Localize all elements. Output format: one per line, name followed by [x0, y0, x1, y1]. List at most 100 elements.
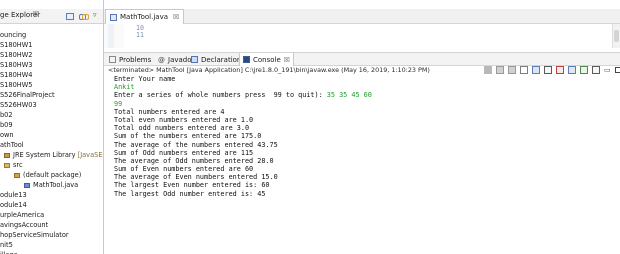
console-status: <terminated> MathTool [Java Application]… — [108, 66, 430, 74]
tree-item[interactable]: illage — [0, 250, 103, 254]
tree-item[interactable]: odule13 — [0, 190, 103, 200]
tab-label: Declaration — [201, 55, 242, 64]
tab-declaration[interactable]: Declaration — [191, 53, 241, 66]
link-with-editor-icon[interactable] — [79, 13, 89, 20]
line-number: 11 — [136, 31, 144, 39]
console-line: The average of Odd numbers entered 28.0 — [114, 156, 274, 165]
console-icon — [243, 56, 250, 63]
console-line: Total numbers entered are 4 — [114, 107, 225, 116]
console-line: Enter Your name — [114, 75, 176, 83]
package-explorer: ge Explorer ☒ ▿ ouncing S180HW1 S180HW2 … — [0, 0, 104, 254]
show-stderr-icon[interactable] — [556, 65, 564, 74]
terminate-icon[interactable] — [484, 65, 492, 74]
code-editor[interactable]: 10 11 — [104, 24, 620, 48]
console-output[interactable]: Enter Your name Ankit Enter a series of … — [104, 75, 620, 254]
console-line: Enter a series of whole numbers press 99… — [114, 91, 372, 99]
tree-item[interactable]: S180HW4 — [0, 70, 103, 80]
close-icon[interactable]: ☒ — [284, 56, 290, 64]
minimize-icon[interactable]: ▭ — [604, 66, 611, 74]
tree-item-label: S180HW1 — [0, 41, 33, 49]
tab-javadoc[interactable]: @ Javadoc — [158, 53, 195, 66]
tree-item-label: nit5 — [0, 241, 13, 249]
java-file-icon — [110, 13, 117, 21]
editor-scrollbar[interactable] — [612, 24, 620, 48]
tree-item[interactable]: S526HW03 — [0, 100, 103, 110]
console-line: The largest Even number entered is: 60 — [114, 181, 270, 190]
tree-item-label: MathTool.java — [33, 181, 79, 189]
problems-icon — [109, 56, 116, 63]
javadoc-icon: @ — [158, 55, 165, 64]
tree-item-package[interactable]: (default package) — [0, 170, 103, 180]
tree-item-label: S180HW5 — [0, 81, 33, 89]
remove-all-terminated-icon[interactable] — [508, 65, 516, 74]
tree-item-label: S180HW4 — [0, 71, 33, 79]
console-line: Sum of Even numbers entered are 60 — [114, 165, 254, 174]
tree-item[interactable]: urpleAmerica — [0, 210, 103, 220]
tree-item[interactable]: athTool — [0, 140, 103, 150]
pin-console-icon[interactable] — [568, 65, 576, 74]
tree-item[interactable]: S180HW5 — [0, 80, 103, 90]
tree-item[interactable]: ouncing — [0, 30, 103, 40]
tree-item-label: odule14 — [0, 201, 27, 209]
console-line: Total odd numbers entered are 3.0 — [114, 124, 250, 133]
declaration-icon — [191, 56, 198, 63]
tree-item-label: (default package) — [23, 171, 82, 179]
clear-console-icon[interactable] — [520, 65, 528, 74]
close-icon[interactable]: ☒ — [33, 10, 39, 18]
tree-item[interactable]: b09 — [0, 120, 103, 130]
tree-item-src[interactable]: src — [0, 160, 103, 170]
tree-item-label: avingsAccount — [0, 221, 49, 229]
close-icon[interactable]: ☒ — [173, 13, 179, 21]
scrollbar-thumb[interactable] — [614, 30, 619, 42]
display-selected-console-icon[interactable] — [580, 65, 588, 74]
ruler — [108, 24, 114, 48]
remove-launch-icon[interactable] — [496, 65, 504, 74]
tree-item[interactable]: odule14 — [0, 200, 103, 210]
view-menu-icon[interactable]: ▿ — [93, 11, 101, 19]
show-stdout-icon[interactable] — [544, 65, 552, 74]
tree-item-label: S180HW2 — [0, 51, 33, 59]
console-header: <terminated> MathTool [Java Application]… — [104, 64, 620, 75]
console-line: Sum of Odd numbers entered are 115 — [114, 148, 254, 157]
console-line: The average of Even numbers entered 15.0 — [114, 173, 278, 182]
tree-item-label: own — [0, 131, 14, 139]
tree-item-java-file[interactable]: MathTool.java — [0, 180, 103, 190]
tree-item[interactable]: nit5 — [0, 240, 103, 250]
tree-item[interactable]: own — [0, 130, 103, 140]
tree-item[interactable]: S180HW3 — [0, 60, 103, 70]
editor-tab-bar: MathTool.java ☒ — [104, 9, 620, 24]
tree-item-label: b02 — [0, 111, 13, 119]
console-toolbar: ▭ — [484, 64, 620, 75]
editor-tab-mathtool[interactable]: MathTool.java ☒ — [105, 9, 185, 24]
tree-item-label: b09 — [0, 121, 13, 129]
tab-label: Problems — [119, 55, 152, 64]
tab-problems[interactable]: Problems — [109, 53, 151, 66]
open-console-icon[interactable] — [592, 65, 600, 74]
project-tree: ouncing S180HW1 S180HW2 S180HW3 S180HW4 … — [0, 30, 103, 254]
java-file-icon — [24, 182, 30, 188]
tree-item-label: S180HW3 — [0, 61, 33, 69]
tree-item[interactable]: hopServiceSimulator — [0, 230, 103, 240]
tree-item[interactable]: S180HW2 — [0, 50, 103, 60]
scroll-lock-icon[interactable] — [532, 65, 540, 74]
tree-item[interactable]: S526FinalProject — [0, 90, 103, 100]
editor-gutter — [104, 24, 124, 48]
tree-item-label: S526HW03 — [0, 101, 37, 109]
tree-item-jre[interactable]: JRE System Library [JavaSE-1.8] — [0, 150, 103, 160]
tree-item-label: urpleAmerica — [0, 211, 45, 219]
tab-console[interactable]: Console ☒ — [239, 53, 295, 66]
tree-item[interactable]: b02 — [0, 110, 103, 120]
source-folder-icon — [4, 162, 10, 168]
package-explorer-header: ge Explorer ☒ ▿ — [0, 9, 103, 24]
tree-item-suffix: [JavaSE-1.8] — [77, 151, 103, 159]
tree-item[interactable]: S180HW1 — [0, 40, 103, 50]
tree-item-label: ouncing — [0, 31, 27, 39]
maximize-icon[interactable] — [614, 66, 620, 73]
tree-item-label: S526FinalProject — [0, 91, 55, 99]
console-input-line: Ankit — [114, 83, 135, 92]
tree-item-label: JRE System Library — [13, 151, 76, 159]
tree-item[interactable]: avingsAccount — [0, 220, 103, 230]
collapse-all-icon[interactable] — [66, 13, 74, 20]
tree-item-label: hopServiceSimulator — [0, 231, 69, 239]
library-icon — [4, 152, 10, 158]
